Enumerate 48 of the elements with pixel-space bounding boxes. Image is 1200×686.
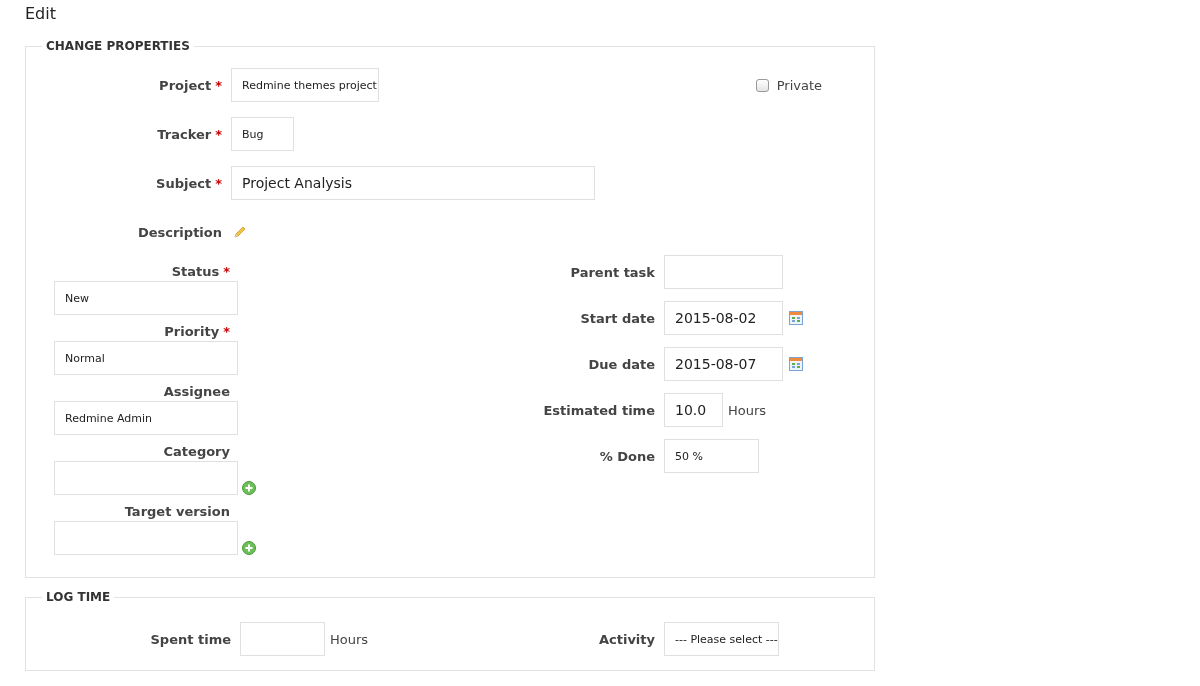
field-label: Priority (164, 323, 220, 339)
required-mark: * (215, 175, 222, 191)
field-label: Description (137, 224, 222, 240)
calendar-icon[interactable] (789, 357, 803, 371)
field-label: Due date (588, 356, 655, 372)
field-label: Parent task (570, 264, 655, 280)
unit-label: Hours (728, 402, 767, 418)
field-label: Estimated time (543, 402, 655, 418)
field-label: Start date (580, 310, 655, 326)
input-field[interactable] (240, 622, 325, 656)
field-label: % Done (599, 448, 655, 464)
section-title: LOG TIME (45, 590, 112, 604)
field-label: Project (159, 77, 212, 93)
select-field[interactable]: Redmine themes project (231, 68, 379, 102)
section-title: CHANGE PROPERTIES (45, 39, 191, 53)
field-label: Subject (156, 175, 212, 191)
input-field[interactable]: Project Analysis (231, 166, 595, 200)
unit-label: Hours (330, 631, 369, 647)
checkbox-label: Private (776, 77, 822, 93)
field-label: Assignee (163, 383, 230, 399)
input-field[interactable]: 10.0 (664, 393, 723, 427)
pencil-icon[interactable] (233, 225, 247, 239)
date-field[interactable]: 2015-08-02 (664, 301, 783, 335)
select-field[interactable]: Bug (231, 117, 294, 151)
select-field[interactable]: --- Please select --- (664, 622, 779, 656)
field-label: Spent time (150, 631, 231, 647)
page-title: Edit (25, 4, 57, 23)
field-label: Target version (124, 503, 230, 519)
date-field[interactable]: 2015-08-07 (664, 347, 783, 381)
field-label: Category (163, 443, 230, 459)
calendar-icon[interactable] (789, 311, 803, 325)
field-label: Activity (598, 631, 655, 647)
input-field[interactable] (664, 255, 783, 289)
select-field[interactable]: 50 % (664, 439, 759, 473)
select-field[interactable]: New (54, 281, 238, 315)
add-icon[interactable] (242, 541, 256, 555)
field-label: Tracker (157, 126, 212, 142)
add-icon[interactable] (242, 481, 256, 495)
select-field[interactable] (54, 461, 238, 495)
required-mark: * (215, 77, 222, 93)
required-mark: * (223, 263, 230, 279)
select-field[interactable]: Redmine Admin (54, 401, 238, 435)
select-field[interactable]: Normal (54, 341, 238, 375)
checkbox[interactable] (755, 78, 769, 92)
required-mark: * (215, 126, 222, 142)
required-mark: * (223, 323, 230, 339)
select-field[interactable] (54, 521, 238, 555)
field-label: Status (171, 263, 220, 279)
